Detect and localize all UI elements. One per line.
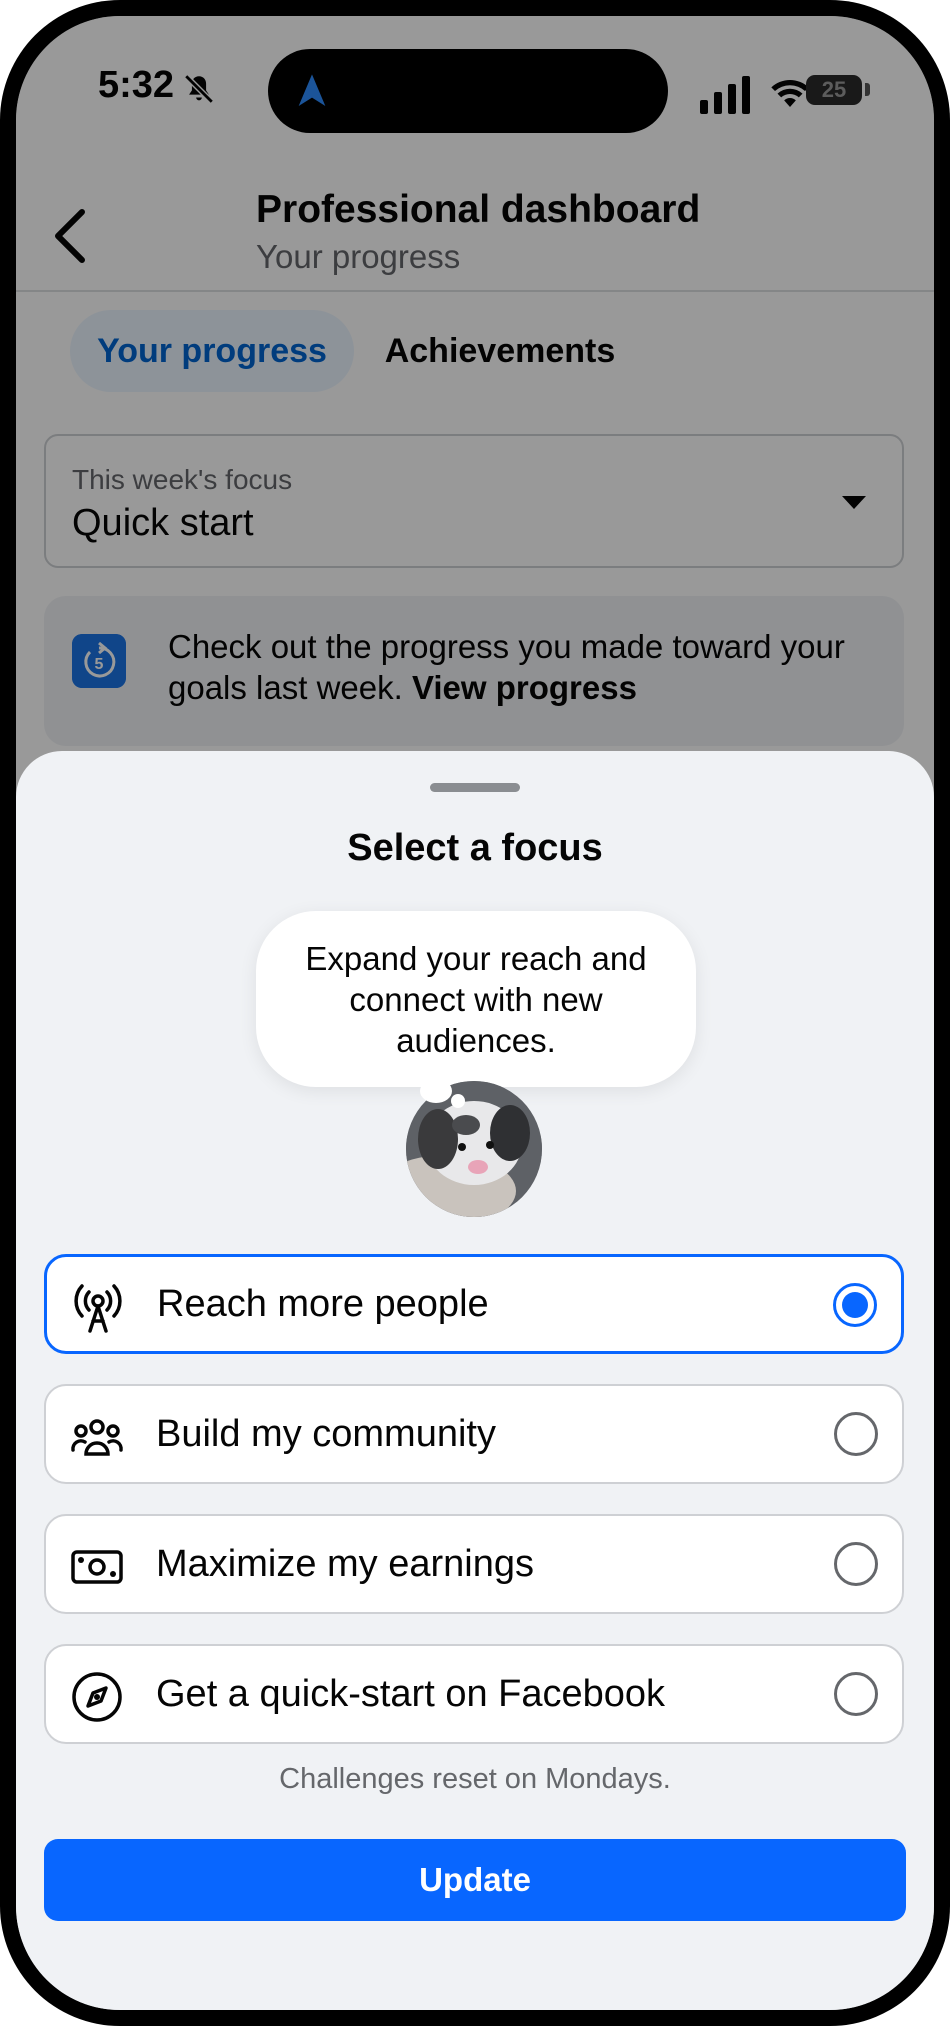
option-quick-start-facebook[interactable]: Get a quick-start on Facebook bbox=[44, 1644, 904, 1744]
update-button[interactable]: Update bbox=[44, 1839, 906, 1921]
bubble-text: Expand your reach and connect with new a… bbox=[305, 939, 647, 1059]
reset-note: Challenges reset on Mondays. bbox=[279, 1763, 671, 1795]
option-reach-more-people[interactable]: Reach more people bbox=[44, 1254, 904, 1354]
option-label: Build my community bbox=[156, 1412, 496, 1455]
sheet-title: Select a focus bbox=[347, 827, 603, 869]
compass-icon bbox=[72, 1672, 122, 1722]
bubble-tail bbox=[420, 1079, 452, 1103]
people-group-icon bbox=[71, 1419, 123, 1456]
avatar bbox=[406, 1081, 542, 1217]
radio-unselected[interactable] bbox=[834, 1542, 878, 1586]
radio-selected[interactable] bbox=[833, 1283, 877, 1327]
radio-unselected[interactable] bbox=[834, 1672, 878, 1716]
option-label: Reach more people bbox=[157, 1282, 489, 1325]
broadcast-tower-icon bbox=[74, 1284, 122, 1333]
select-focus-sheet: Select a focus Expand your reach and con… bbox=[16, 751, 934, 2010]
speech-bubble: Expand your reach and connect with new a… bbox=[256, 911, 696, 1087]
dog-avatar-image bbox=[406, 1081, 542, 1217]
option-maximize-my-earnings[interactable]: Maximize my earnings bbox=[44, 1514, 904, 1614]
screen: 5:32 25 Professional dashboard Your prog… bbox=[16, 16, 934, 2010]
phone-frame: 5:32 25 Professional dashboard Your prog… bbox=[0, 0, 950, 2026]
option-build-my-community[interactable]: Build my community bbox=[44, 1384, 904, 1484]
option-label: Maximize my earnings bbox=[156, 1542, 534, 1585]
sheet-grabber[interactable] bbox=[430, 783, 520, 792]
option-label: Get a quick-start on Facebook bbox=[156, 1672, 666, 1715]
radio-unselected[interactable] bbox=[834, 1412, 878, 1456]
money-bill-icon bbox=[71, 1550, 123, 1584]
